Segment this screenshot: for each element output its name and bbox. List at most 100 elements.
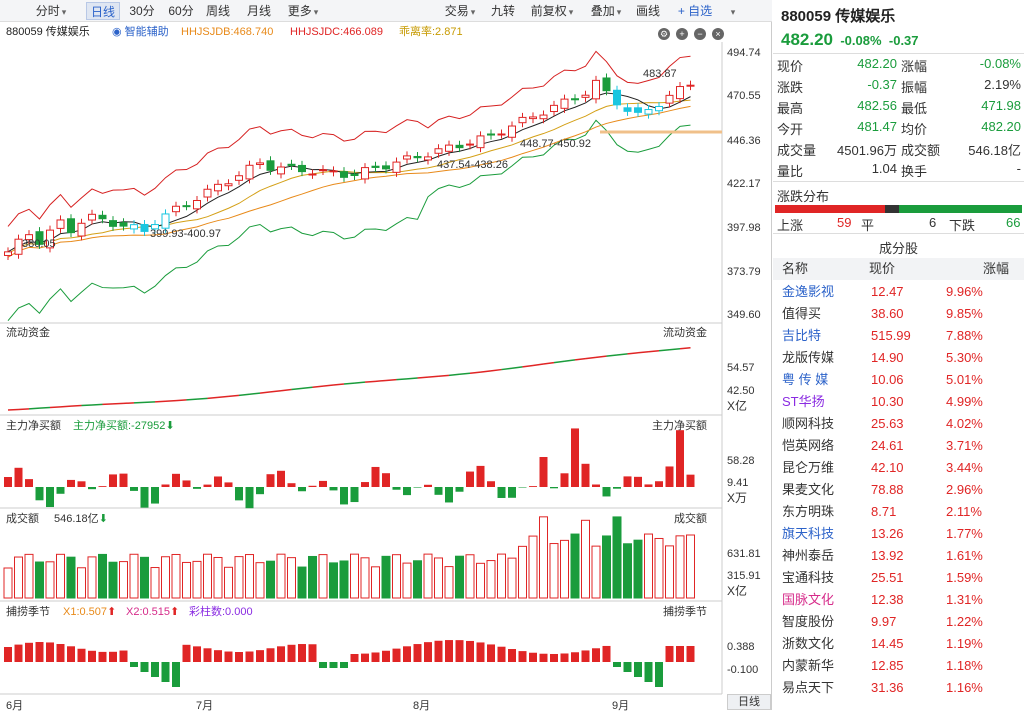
component-name[interactable]: 值得买 xyxy=(782,303,821,325)
flow-segment xyxy=(123,402,135,405)
cap-bar xyxy=(256,650,264,662)
candle xyxy=(634,107,642,113)
flow-segment xyxy=(238,393,250,397)
candle xyxy=(109,220,117,227)
candle xyxy=(277,166,285,175)
kline-chart[interactable]: 483.87 448.77-450.92 437.54-438.26 399.93-4… xyxy=(0,0,772,710)
vol-title: 成交额 xyxy=(6,513,39,525)
component-row[interactable]: 金逸影视 12.47 9.96% xyxy=(773,281,1024,303)
period-button[interactable]: 日线 xyxy=(727,694,771,710)
component-row[interactable]: ST华扬 10.30 4.99% xyxy=(773,391,1024,413)
candle xyxy=(518,116,527,124)
component-row[interactable]: 内蒙新华 12.85 1.18% xyxy=(773,655,1024,677)
component-pct: 2.96% xyxy=(946,482,983,497)
component-name[interactable]: ST华扬 xyxy=(782,391,825,413)
candle xyxy=(382,165,390,170)
flow-segment xyxy=(427,375,439,378)
component-name[interactable]: 恺英网络 xyxy=(782,435,834,457)
annotation-range: 399.93-400.97 xyxy=(150,228,221,240)
component-row[interactable]: 神州泰岳 13.92 1.61% xyxy=(773,545,1024,567)
component-row[interactable]: 智度股份 9.97 1.22% xyxy=(773,611,1024,633)
cap-x1-text: X1:0.507 xyxy=(63,606,108,618)
component-name[interactable]: 吉比特 xyxy=(782,325,821,347)
component-row[interactable]: 宝通科技 25.51 1.59% xyxy=(773,567,1024,589)
volume-bar xyxy=(476,562,485,599)
flow-segment xyxy=(480,370,492,373)
volume-bar xyxy=(444,566,454,599)
comp-header: 名称 现价 涨幅 xyxy=(773,258,1024,280)
cap-bar xyxy=(361,653,369,662)
component-row[interactable]: 国脉文化 12.38 1.31% xyxy=(773,589,1024,611)
quote-label: 振幅 xyxy=(901,80,928,95)
component-name[interactable]: 神州泰岳 xyxy=(782,545,834,567)
component-row[interactable]: 易点天下 31.36 1.16% xyxy=(773,677,1024,699)
flow-segment xyxy=(102,403,114,406)
component-row[interactable]: 顺网科技 25.63 4.02% xyxy=(773,413,1024,435)
net-bar xyxy=(413,487,422,488)
annotation-range: 437.54-438.26 xyxy=(437,159,508,171)
component-price: 14.45 xyxy=(871,636,904,651)
candle xyxy=(571,98,579,101)
component-name[interactable]: 顺网科技 xyxy=(782,413,834,435)
net-bar xyxy=(298,487,306,492)
component-name[interactable]: 宝通科技 xyxy=(782,567,834,589)
flow-segment xyxy=(333,383,345,386)
component-row[interactable]: 昆仑万维 42.10 3.44% xyxy=(773,457,1024,479)
cap-bar xyxy=(560,653,569,662)
cap-bar xyxy=(130,662,138,667)
component-name[interactable]: 果麦文化 xyxy=(782,479,834,501)
component-name[interactable]: 昆仑万维 xyxy=(782,457,834,479)
component-name[interactable]: 内蒙新华 xyxy=(782,655,834,677)
quote-row: 量比 1.04 换手 - xyxy=(773,161,1024,182)
chart-area[interactable]: 分时 ▾ 日线 30分 60分 周线 月线 更多 ▾ 交易 ▾ 九转 前复权 ▾ 叠加 ▾ 画线 + 自选 ▾ 88… xyxy=(0,0,772,712)
volume-bar xyxy=(24,553,34,599)
component-name[interactable]: 金逸影视 xyxy=(782,281,834,303)
component-name[interactable]: 智度股份 xyxy=(782,611,834,633)
flow-segment xyxy=(154,400,166,403)
net-bar xyxy=(424,484,432,487)
volume-bar xyxy=(633,539,643,599)
cap-bar xyxy=(392,648,401,662)
component-row[interactable]: 果麦文化 78.88 2.96% xyxy=(773,479,1024,501)
component-name[interactable]: 旗天科技 xyxy=(782,523,834,545)
flow-segment xyxy=(637,351,649,354)
volume-bar xyxy=(612,516,622,599)
component-name[interactable]: 易点天下 xyxy=(782,677,834,699)
component-price: 38.60 xyxy=(871,306,904,321)
component-row[interactable]: 东方明珠 8.71 2.11% xyxy=(773,501,1024,523)
flow-segment xyxy=(354,381,366,384)
net-bar xyxy=(361,482,369,487)
component-name[interactable]: 浙数文化 xyxy=(782,633,834,655)
quote-label: 成交量 xyxy=(777,143,817,158)
net-value: 主力净买额:-27952⬇ xyxy=(73,420,175,432)
cap-tick: -0.100 xyxy=(727,664,759,676)
component-row[interactable]: 旗天科技 13.26 1.77% xyxy=(773,523,1024,545)
component-name[interactable]: 国脉文化 xyxy=(782,589,834,611)
component-row[interactable]: 龙版传媒 14.90 5.30% xyxy=(773,347,1024,369)
cap-bar xyxy=(529,652,537,662)
quote-title: 880059 传媒娱乐 xyxy=(781,8,896,25)
component-price: 42.10 xyxy=(871,460,904,475)
volume-bar xyxy=(297,566,307,599)
candle xyxy=(182,205,191,208)
component-name[interactable]: 龙版传媒 xyxy=(782,347,834,369)
component-row[interactable]: 值得买 38.60 9.85% xyxy=(773,303,1024,325)
component-row[interactable]: 浙数文化 14.45 1.19% xyxy=(773,633,1024,655)
net-bar xyxy=(130,487,138,491)
net-bar xyxy=(77,481,86,487)
net-bar xyxy=(466,471,474,487)
component-row[interactable]: 粤 传 媒 10.06 5.01% xyxy=(773,369,1024,391)
candle xyxy=(455,144,464,149)
ma-line xyxy=(7,92,691,253)
volume-bar xyxy=(570,533,580,599)
net-bar xyxy=(434,487,443,495)
component-row[interactable]: 吉比特 515.99 7.88% xyxy=(773,325,1024,347)
component-name[interactable]: 东方明珠 xyxy=(782,501,834,523)
component-name[interactable]: 粤 传 媒 xyxy=(782,369,828,391)
candle xyxy=(172,205,180,213)
component-row[interactable]: 恺英网络 24.61 3.71% xyxy=(773,435,1024,457)
component-price: 25.63 xyxy=(871,416,904,431)
cap-bar xyxy=(413,644,422,662)
candle xyxy=(497,133,506,136)
candle xyxy=(592,79,600,100)
